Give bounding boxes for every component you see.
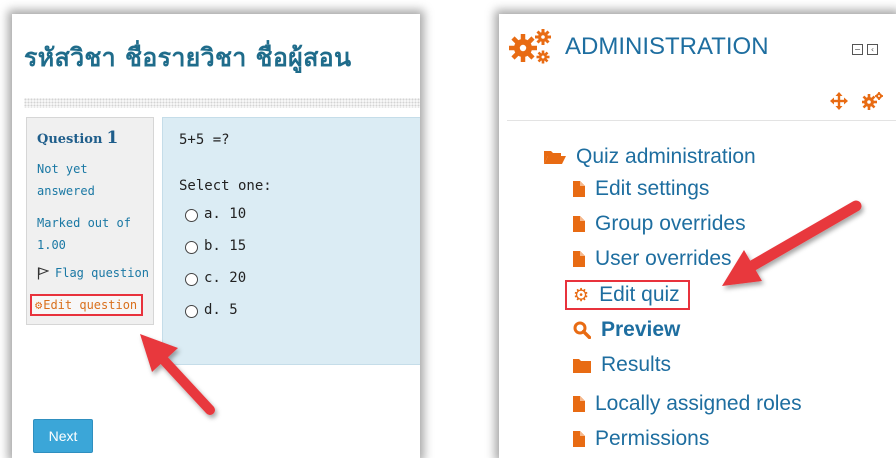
nav-item-label: Results xyxy=(601,353,672,376)
file-icon xyxy=(573,181,585,197)
quiz-administration-node[interactable]: Quiz administration xyxy=(543,142,756,172)
nav-item-permissions[interactable]: Permissions xyxy=(573,427,709,451)
answer-option[interactable]: b. 15 xyxy=(185,238,246,270)
nav-item-locally-assigned-roles[interactable]: Locally assigned roles xyxy=(573,392,802,416)
nav-item-label: Permissions xyxy=(595,427,710,450)
block-actions xyxy=(830,92,884,110)
radio-button[interactable] xyxy=(185,209,198,222)
question-marks: Marked out of 1.00 xyxy=(37,216,131,252)
answer-option-label: a. 10 xyxy=(204,206,247,222)
nav-item-group-overrides[interactable]: Group overrides xyxy=(573,212,746,236)
select-one-prompt: Select one: xyxy=(179,178,272,194)
radio-button[interactable] xyxy=(185,305,198,318)
nav-item-label: Preview xyxy=(601,318,681,341)
nav-item-label: Group overrides xyxy=(595,212,746,235)
nav-item-edit-quiz[interactable]: ⚙ Edit quiz xyxy=(565,280,690,310)
nav-item-results[interactable]: Results xyxy=(573,353,671,377)
file-icon xyxy=(573,431,585,447)
gear-icon: ⚙ xyxy=(35,298,43,312)
radio-button[interactable] xyxy=(185,273,198,286)
edit-question-link[interactable]: ⚙ Edit question xyxy=(30,294,144,316)
next-button[interactable]: Next xyxy=(33,419,93,453)
question-number-value: 1 xyxy=(106,128,119,148)
move-icon[interactable] xyxy=(830,92,848,110)
file-icon xyxy=(573,396,585,412)
course-title: รหัสวิชา ชื่อรายวิชา ชื่อผู้สอน xyxy=(24,43,352,72)
nav-item-user-overrides[interactable]: User overrides xyxy=(573,247,732,271)
answer-option-label: b. 15 xyxy=(204,238,247,254)
answer-option[interactable]: a. 10 xyxy=(185,206,246,238)
question-status: Not yet answered xyxy=(37,162,95,198)
nav-item-label: Locally assigned roles xyxy=(595,392,802,415)
answer-option[interactable]: c. 20 xyxy=(185,270,246,302)
search-icon xyxy=(573,321,591,339)
question-text: 5+5 =? xyxy=(179,132,230,148)
radio-button[interactable] xyxy=(185,241,198,254)
answer-option-label: c. 20 xyxy=(204,270,247,286)
quiz-attempt-panel: รหัสวิชา ชื่อรายวิชา ชื่อผู้สอน Question… xyxy=(12,14,420,458)
nav-item-label: Edit settings xyxy=(595,177,710,200)
file-icon xyxy=(573,251,585,267)
nav-item-label: Edit quiz xyxy=(599,283,680,306)
divider xyxy=(507,120,896,121)
question-content-box: 5+5 =? Select one: a. 10 b. 15 c. 20 d. … xyxy=(162,117,420,365)
flag-icon xyxy=(37,266,49,279)
nav-item-edit-settings[interactable]: Edit settings xyxy=(573,177,709,201)
answer-options: a. 10 b. 15 c. 20 d. 5 xyxy=(185,206,246,334)
block-controls: − ‹ xyxy=(852,44,878,55)
block-settings-icon[interactable] xyxy=(862,92,884,110)
quiz-administration-label: Quiz administration xyxy=(576,145,756,168)
folder-icon xyxy=(573,358,591,373)
flag-question-link[interactable]: Flag question xyxy=(37,266,149,280)
answer-option-label: d. 5 xyxy=(204,302,238,318)
question-number: Question 1 xyxy=(37,128,118,148)
administration-title: ADMINISTRATION xyxy=(565,33,769,60)
administration-header: ADMINISTRATION xyxy=(509,28,769,66)
edit-question-label: Edit question xyxy=(43,298,138,312)
nav-item-preview[interactable]: Preview xyxy=(573,318,680,342)
admin-tree: Quiz administration Edit settings Group … xyxy=(543,142,802,450)
question-label: Question xyxy=(37,132,103,147)
file-icon xyxy=(573,216,585,232)
collapse-icon[interactable]: − xyxy=(852,44,863,55)
dotted-divider xyxy=(24,98,420,108)
administration-block: ADMINISTRATION − ‹ Quiz administration E… xyxy=(499,14,896,458)
answer-option[interactable]: d. 5 xyxy=(185,302,246,334)
folder-open-icon xyxy=(544,151,566,164)
gears-icon xyxy=(509,29,551,64)
dock-icon[interactable]: ‹ xyxy=(867,44,878,55)
nav-item-label: User overrides xyxy=(595,247,732,270)
flag-question-label: Flag question xyxy=(55,266,149,280)
question-info-box: Question 1 Not yet answered Marked out of… xyxy=(26,117,154,325)
gear-icon: ⚙ xyxy=(573,284,590,305)
